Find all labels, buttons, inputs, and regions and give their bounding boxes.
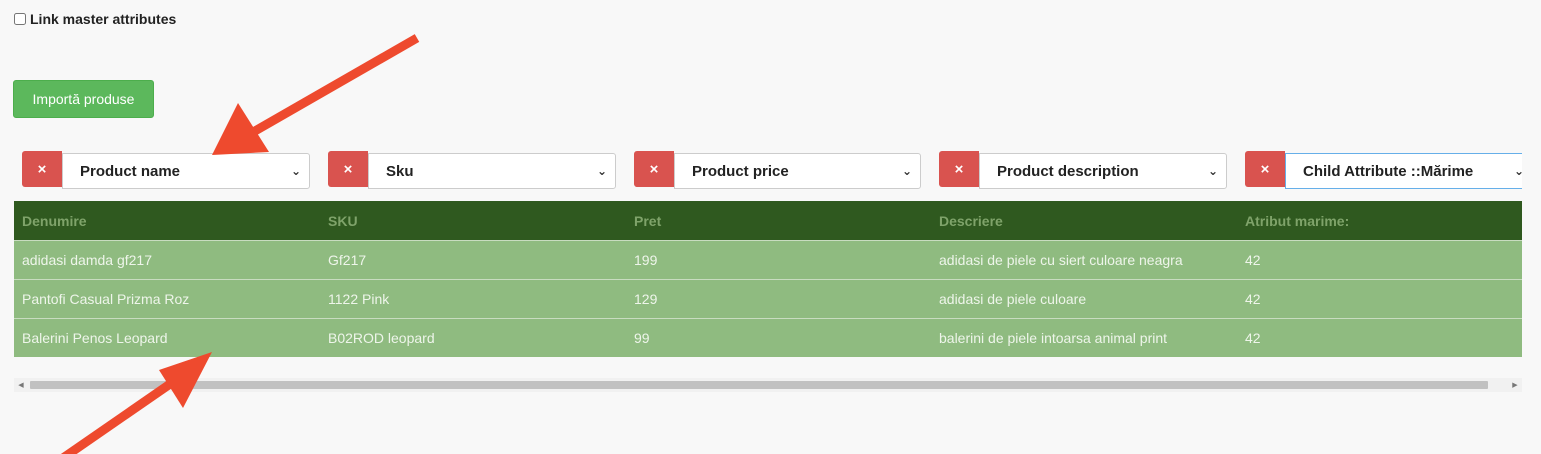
scrollbar-thumb[interactable] bbox=[30, 381, 1488, 389]
table-cell: 199 bbox=[626, 240, 931, 280]
remove-icon: × bbox=[649, 160, 659, 178]
remove-column-button-5[interactable]: × bbox=[1245, 151, 1285, 187]
scroll-right-icon[interactable]: ▶ bbox=[1508, 378, 1522, 392]
horizontal-scrollbar[interactable]: ◀ ▶ bbox=[14, 378, 1522, 392]
remove-column-button-2[interactable]: × bbox=[328, 151, 368, 187]
scroll-left-icon[interactable]: ◀ bbox=[14, 378, 28, 392]
column-mapper-5: × Child Attribute ::Mărime ⌄ bbox=[1245, 151, 1522, 191]
chevron-down-icon: ⌄ bbox=[1513, 164, 1522, 178]
annotation-arrow-bottom bbox=[60, 352, 212, 454]
table-cell: adidasi de piele culoare bbox=[931, 279, 1237, 319]
column-mapper-4: × Product description ⌄ bbox=[939, 151, 1227, 191]
chevron-down-icon: ⌄ bbox=[596, 164, 607, 178]
table-row: adidasi damda gf217 Gf217 199 adidasi de… bbox=[14, 240, 1522, 280]
remove-column-button-1[interactable]: × bbox=[22, 151, 62, 187]
column-select-4[interactable]: Product description ⌄ bbox=[979, 153, 1227, 189]
table-row: Pantofi Casual Prizma Roz 1122 Pink 129 … bbox=[14, 279, 1522, 319]
import-products-button[interactable]: Importă produse bbox=[13, 80, 154, 118]
header-denumire: Denumire bbox=[14, 201, 320, 241]
column-mapper-1: × Product name ⌄ bbox=[22, 151, 310, 191]
remove-column-button-4[interactable]: × bbox=[939, 151, 979, 187]
table-cell: 42 bbox=[1237, 240, 1522, 280]
column-select-value: Product description bbox=[997, 162, 1139, 180]
chevron-down-icon: ⌄ bbox=[290, 164, 301, 178]
link-master-label: Link master attributes bbox=[30, 11, 177, 27]
preview-table-container: Denumire SKU Pret Descriere Atribut mari… bbox=[14, 201, 1522, 357]
remove-icon: × bbox=[1260, 160, 1270, 178]
column-select-5[interactable]: Child Attribute ::Mărime ⌄ bbox=[1285, 153, 1522, 189]
column-select-value: Child Attribute ::Mărime bbox=[1303, 162, 1474, 180]
column-select-value: Product price bbox=[692, 162, 789, 180]
table-cell: balerini de piele intoarsa animal print bbox=[931, 318, 1237, 357]
table-cell: 42 bbox=[1237, 279, 1522, 319]
table-cell: Balerini Penos Leopard bbox=[14, 318, 320, 357]
column-select-2[interactable]: Sku ⌄ bbox=[368, 153, 616, 189]
table-cell: 1122 Pink bbox=[320, 279, 626, 319]
header-pret: Pret bbox=[626, 201, 931, 241]
table-cell: Gf217 bbox=[320, 240, 626, 280]
table-cell: B02ROD leopard bbox=[320, 318, 626, 357]
link-master-checkbox[interactable] bbox=[14, 13, 26, 25]
column-select-1[interactable]: Product name ⌄ bbox=[62, 153, 310, 189]
table-cell: adidasi damda gf217 bbox=[14, 240, 320, 280]
column-select-value: Product name bbox=[80, 162, 181, 180]
preview-table: Denumire SKU Pret Descriere Atribut mari… bbox=[14, 201, 1522, 357]
header-descriere: Descriere bbox=[931, 201, 1237, 241]
link-master-attributes[interactable]: Link master attributes bbox=[14, 11, 176, 27]
column-select-3[interactable]: Product price ⌄ bbox=[674, 153, 921, 189]
remove-icon: × bbox=[954, 160, 964, 178]
annotation-arrow-top bbox=[212, 34, 420, 155]
remove-icon: × bbox=[343, 160, 353, 178]
table-row: Balerini Penos Leopard B02ROD leopard 99… bbox=[14, 318, 1522, 357]
header-atribut-marime: Atribut marime: bbox=[1237, 201, 1522, 241]
column-mapper-2: × Sku ⌄ bbox=[328, 151, 616, 191]
column-select-value: Sku bbox=[386, 162, 414, 180]
chevron-down-icon: ⌄ bbox=[901, 164, 912, 178]
remove-column-button-3[interactable]: × bbox=[634, 151, 674, 187]
table-header-row: Denumire SKU Pret Descriere Atribut mari… bbox=[14, 201, 1522, 241]
header-sku: SKU bbox=[320, 201, 626, 241]
table-cell: adidasi de piele cu siert culoare neagra bbox=[931, 240, 1237, 280]
chevron-down-icon: ⌄ bbox=[1207, 164, 1218, 178]
remove-icon: × bbox=[37, 160, 47, 178]
table-cell: 42 bbox=[1237, 318, 1522, 357]
table-cell: Pantofi Casual Prizma Roz bbox=[14, 279, 320, 319]
column-mapper-3: × Product price ⌄ bbox=[634, 151, 921, 191]
table-cell: 129 bbox=[626, 279, 931, 319]
table-cell: 99 bbox=[626, 318, 931, 357]
